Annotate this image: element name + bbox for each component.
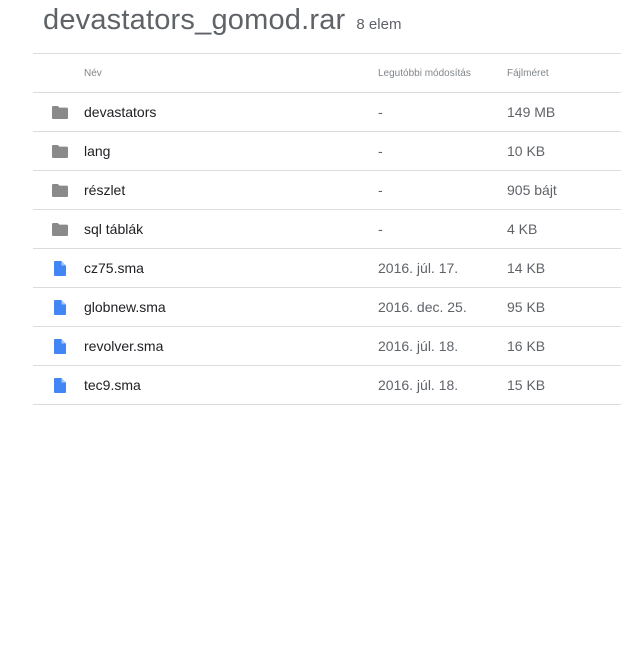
item-size: 10 KB (507, 143, 546, 159)
page-title: devastators_gomod.rar (43, 4, 346, 36)
file-row[interactable]: cz75.sma 2016. júl. 17. 14 KB (33, 249, 621, 288)
item-size: 14 KB (507, 260, 546, 276)
folder-row[interactable]: devastators - 149 MB (33, 93, 621, 132)
item-name[interactable]: sql táblák (84, 210, 143, 248)
file-icon (50, 366, 70, 404)
item-name[interactable]: részlet (84, 171, 125, 209)
item-modified: - (378, 143, 383, 159)
item-modified: - (378, 221, 383, 237)
item-name[interactable]: tec9.sma (84, 366, 141, 404)
file-icon (50, 327, 70, 365)
file-icon (50, 288, 70, 326)
folder-icon (50, 210, 70, 248)
item-modified: 2016. júl. 17. (378, 260, 459, 276)
column-header-size[interactable]: Fájlméret (507, 54, 549, 92)
item-size: 15 KB (507, 377, 546, 393)
item-name[interactable]: cz75.sma (84, 249, 144, 287)
item-name[interactable]: revolver.sma (84, 327, 163, 365)
item-modified: 2016. júl. 18. (378, 377, 459, 393)
column-header-modified[interactable]: Legutóbbi módosítás (378, 54, 471, 92)
table-header: Név Legutóbbi módosítás Fájlméret (33, 54, 621, 93)
folder-row[interactable]: részlet - 905 bájt (33, 171, 621, 210)
item-name[interactable]: devastators (84, 93, 156, 131)
item-name[interactable]: globnew.sma (84, 288, 166, 326)
item-size: 905 bájt (507, 182, 557, 198)
item-size: 95 KB (507, 299, 546, 315)
folder-icon (50, 93, 70, 131)
file-icon (50, 249, 70, 287)
item-size: 149 MB (507, 104, 556, 120)
file-row[interactable]: tec9.sma 2016. júl. 18. 15 KB (33, 366, 621, 405)
column-header-name[interactable]: Név (84, 54, 102, 92)
item-modified: - (378, 182, 383, 198)
archive-header: devastators_gomod.rar 8 elem (43, 4, 401, 37)
table-body: devastators - 149 MB lang - 10 KB részlet - 905 … (33, 93, 621, 405)
folder-row[interactable]: lang - 10 KB (33, 132, 621, 171)
file-row[interactable]: globnew.sma 2016. dec. 25. 95 KB (33, 288, 621, 327)
folder-row[interactable]: sql táblák - 4 KB (33, 210, 621, 249)
item-modified: 2016. dec. 25. (378, 299, 467, 315)
item-modified: - (378, 104, 383, 120)
item-name[interactable]: lang (84, 132, 110, 170)
item-size: 16 KB (507, 338, 546, 354)
file-table: Név Legutóbbi módosítás Fájlméret devast… (33, 53, 621, 405)
folder-icon (50, 171, 70, 209)
item-modified: 2016. júl. 18. (378, 338, 459, 354)
item-size: 4 KB (507, 221, 538, 237)
folder-icon (50, 132, 70, 170)
file-row[interactable]: revolver.sma 2016. júl. 18. 16 KB (33, 327, 621, 366)
item-count: 8 elem (356, 16, 402, 33)
